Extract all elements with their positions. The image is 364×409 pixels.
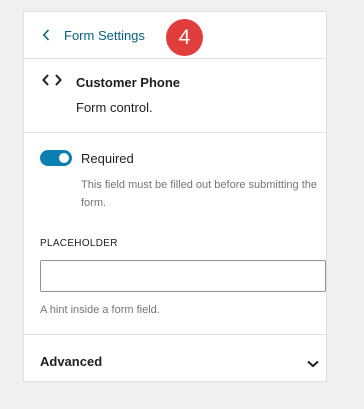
block-description: Form control.: [76, 100, 153, 115]
step-badge: 4: [166, 19, 203, 56]
block-card: Customer Phone Form control.: [24, 59, 326, 133]
settings-section: Required This field must be filled out b…: [24, 133, 326, 333]
back-button-label: Form Settings: [64, 27, 145, 43]
block-title: Customer Phone: [76, 75, 181, 90]
placeholder-help-text: A hint inside a form field.: [40, 304, 160, 316]
placeholder-label: PLACEHOLDER: [40, 238, 118, 249]
form-settings-back-button[interactable]: Form Settings: [42, 26, 145, 44]
advanced-label: Advanced: [40, 354, 103, 369]
chevron-down-icon: [307, 355, 319, 373]
required-toggle-label: Required: [81, 151, 134, 166]
toggle-knob: [59, 153, 69, 163]
required-toggle[interactable]: [40, 150, 72, 166]
required-help-text: This field must be filled out before sub…: [81, 179, 318, 209]
chevron-left-icon: [42, 29, 50, 41]
advanced-panel-toggle[interactable]: Advanced: [24, 334, 326, 383]
placeholder-input[interactable]: [40, 260, 326, 292]
block-settings-panel: Form Settings 4 Customer Phone Form cont…: [23, 11, 327, 382]
panel-header: Form Settings 4: [24, 12, 326, 59]
code-brackets-icon: [42, 73, 62, 92]
